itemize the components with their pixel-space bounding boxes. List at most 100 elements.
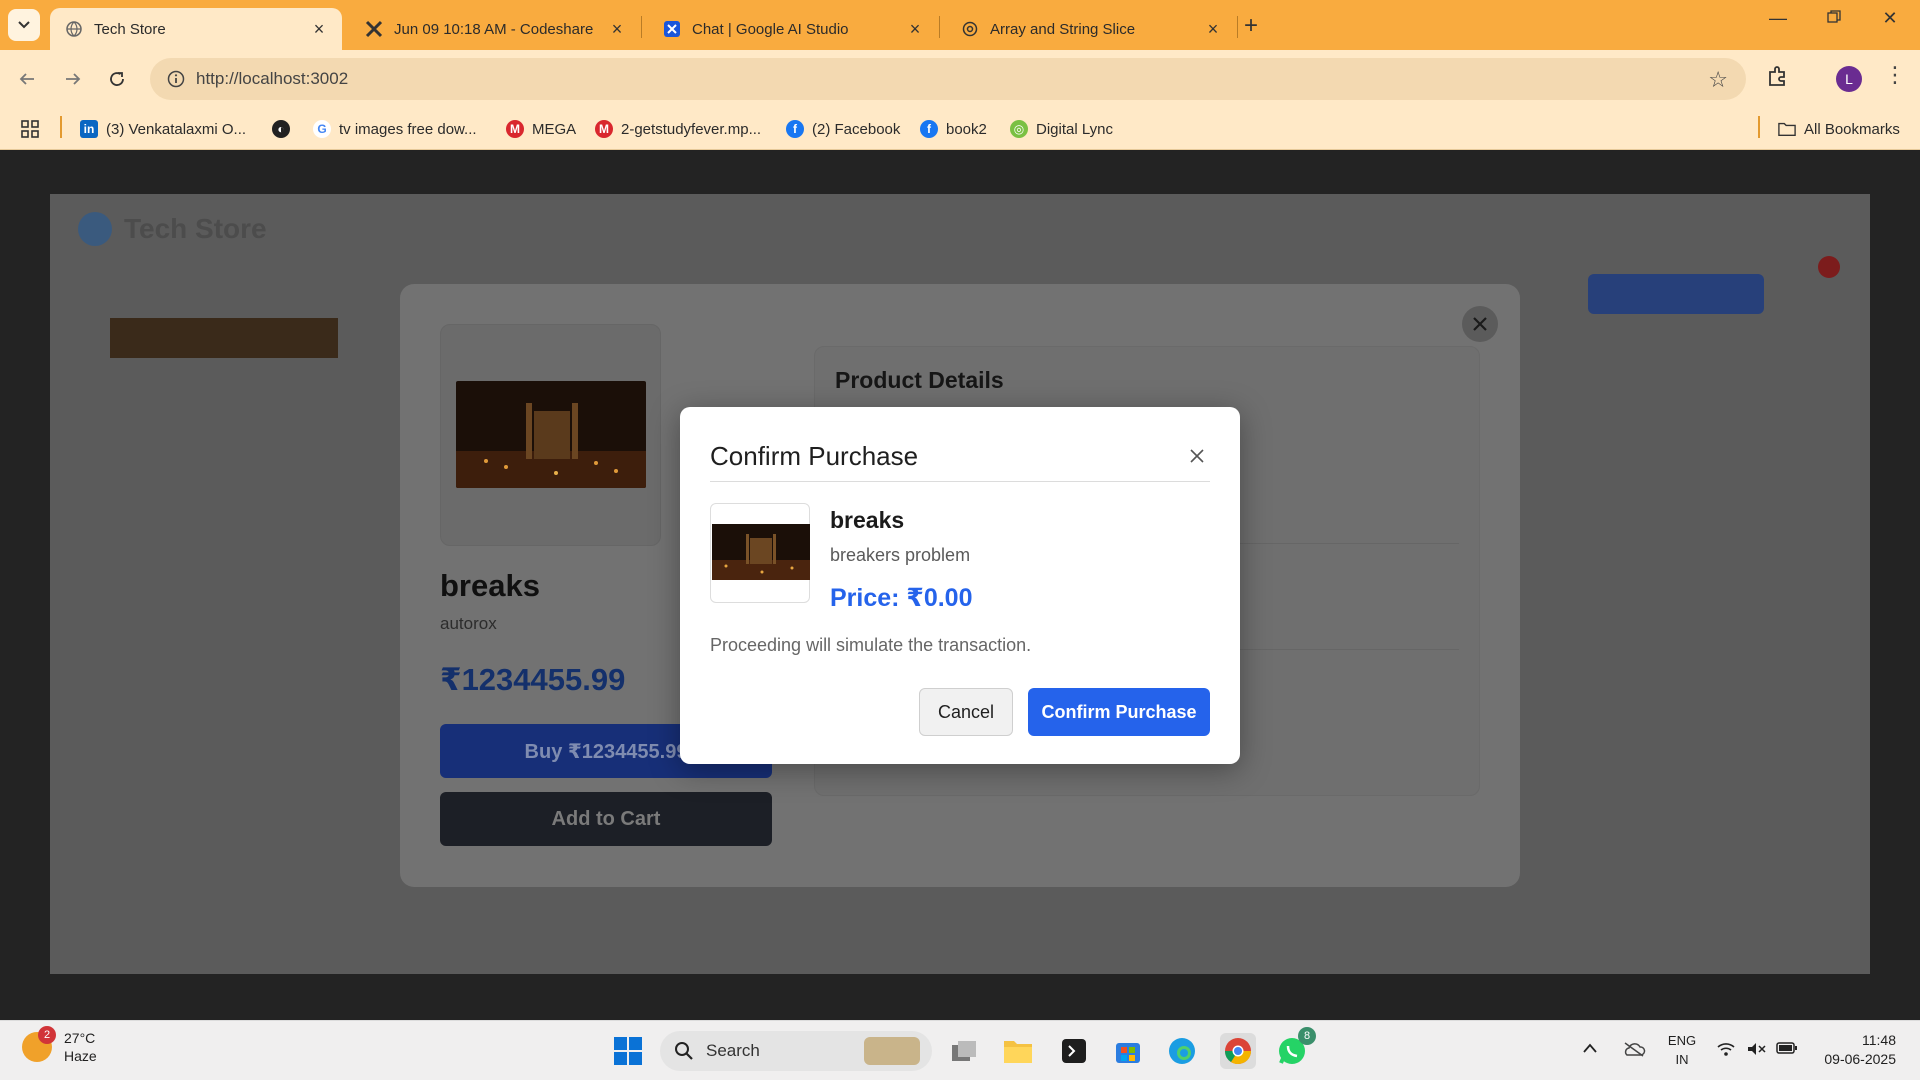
store-logo-icon [78, 212, 112, 246]
chevron-down-icon [18, 21, 30, 29]
restore-icon[interactable] [1814, 8, 1854, 29]
site-info-icon[interactable] [156, 70, 196, 88]
weather-temp: 27°C [64, 1030, 96, 1046]
bookmark-getstudyfever[interactable]: M 2-getstudyfever.mp... [595, 116, 761, 142]
tab-search-button[interactable] [8, 9, 40, 41]
url-text[interactable]: http://localhost:3002 [196, 69, 348, 89]
onedrive-icon[interactable] [1622, 1041, 1646, 1060]
search-label: Search [706, 1041, 760, 1060]
tab-close-icon[interactable]: × [608, 19, 626, 40]
add-to-cart-button[interactable]: Add to Cart [440, 792, 772, 846]
tab-title: Jun 09 10:18 AM - Codeshare [394, 20, 594, 38]
window-close-icon[interactable]: ✕ [1870, 8, 1910, 29]
facebook-icon: f [786, 120, 804, 138]
product-thumbnail [110, 318, 338, 358]
terminal-app-icon [1062, 1039, 1086, 1063]
weather-desc: Haze [64, 1048, 97, 1064]
bookmark-mega[interactable]: M MEGA [506, 116, 576, 142]
back-button[interactable] [12, 64, 42, 94]
tab-strip: Tech Store × Jun 09 10:18 AM - Codeshare… [0, 0, 1920, 50]
language-indicator[interactable]: ENG IN [1664, 1031, 1700, 1069]
tab-close-icon[interactable]: × [310, 19, 328, 40]
clock-time: 11:48 [1862, 1032, 1896, 1048]
whatsapp-button[interactable]: 8 [1274, 1027, 1316, 1069]
whatsapp-badge: 8 [1298, 1027, 1316, 1045]
bookmark-facebook[interactable]: f (2) Facebook [786, 116, 900, 142]
dialog-product-name: breaks [830, 507, 905, 533]
digital-lync-icon: ◎ [1010, 120, 1028, 138]
windows-icon [614, 1037, 642, 1065]
ms-store-button[interactable] [1110, 1033, 1146, 1069]
tab-tech-store[interactable]: Tech Store × [50, 8, 342, 50]
store-icon [1116, 1043, 1140, 1063]
app-button[interactable] [1056, 1033, 1092, 1069]
confirm-purchase-button[interactable]: Confirm Purchase [1028, 688, 1210, 736]
dialog-note: Proceeding will simulate the transaction… [710, 635, 1032, 655]
file-explorer-button[interactable] [1000, 1033, 1036, 1069]
minimize-icon[interactable]: — [1758, 8, 1798, 29]
product-image [712, 524, 810, 580]
new-tab-button[interactable]: + [1244, 12, 1258, 40]
volume-muted-icon[interactable] [1746, 1041, 1766, 1060]
apps-grid-icon[interactable] [20, 116, 40, 142]
browser-menu-icon[interactable]: ⋮ [1884, 62, 1906, 88]
tab-title: Array and String Slice [990, 20, 1136, 38]
bookmark-label: (3) Venkatalaxmi O... [106, 120, 247, 138]
bookmark-label: MEGA [532, 120, 577, 138]
browser-toolbar: http://localhost:3002 ☆ L ⋮ [0, 50, 1920, 108]
product-brand: autorox [440, 614, 497, 633]
tray-overflow-icon[interactable] [1582, 1041, 1598, 1057]
clock-date: 09-06-2025 [1824, 1051, 1896, 1067]
tab-close-icon[interactable]: × [1204, 19, 1222, 40]
bookmark-linkedin[interactable]: in (3) Venkatalaxmi O... [80, 116, 246, 142]
reload-button[interactable] [102, 64, 132, 94]
start-button[interactable] [610, 1033, 646, 1069]
all-bookmarks-label: All Bookmarks [1804, 120, 1900, 138]
tab-title: Chat | Google AI Studio [692, 20, 849, 38]
task-view-icon [952, 1041, 976, 1061]
dialog-product-description: breakers problem [830, 545, 971, 565]
product-image [456, 381, 646, 488]
tab-google-ai-studio[interactable]: Chat | Google AI Studio × [648, 8, 938, 50]
close-icon [1473, 317, 1487, 331]
dialog-product-thumbnail [710, 503, 810, 603]
wifi-icon[interactable] [1716, 1041, 1736, 1060]
weather-text: 27°C Haze [64, 1029, 97, 1065]
tab-array-string-slice[interactable]: Array and String Slice × [946, 8, 1236, 50]
bookmark-separator [60, 116, 62, 138]
bookmark-book2[interactable]: f book2 [920, 116, 987, 142]
confirm-purchase-dialog: Confirm Purchase breaks breakers problem… [680, 407, 1240, 764]
search-highlight-image [864, 1037, 920, 1065]
bookmark-globe[interactable]: ◐ [272, 116, 298, 142]
battery-icon[interactable] [1776, 1041, 1798, 1058]
bookmarks-bar: in (3) Venkatalaxmi O... ◐ G tv images f… [0, 108, 1920, 150]
dialog-product-price: Price: ₹0.00 [830, 584, 973, 612]
header-action-button [1588, 274, 1764, 314]
task-view-button[interactable] [946, 1033, 982, 1069]
tab-codeshare[interactable]: Jun 09 10:18 AM - Codeshare × [350, 8, 640, 50]
address-bar[interactable]: http://localhost:3002 ☆ [150, 58, 1746, 100]
weather-widget[interactable]: 2 27°C Haze [22, 1026, 97, 1065]
bookmark-separator [1758, 116, 1760, 138]
product-modal-close-button[interactable] [1462, 306, 1498, 342]
store-brand-name: Tech Store [124, 213, 267, 244]
bookmark-tv-images[interactable]: G tv images free dow... [313, 116, 477, 142]
bookmark-digital-lync[interactable]: ◎ Digital Lync [1010, 116, 1113, 142]
taskbar-search[interactable]: Search [660, 1031, 932, 1071]
forward-button[interactable] [58, 64, 88, 94]
chrome-button[interactable] [1220, 1033, 1256, 1069]
arrow-right-icon [66, 73, 81, 85]
edge-icon [1169, 1038, 1195, 1064]
dialog-close-button[interactable] [1186, 445, 1208, 467]
bookmark-star-icon[interactable]: ☆ [1708, 67, 1728, 93]
edge-button[interactable] [1164, 1033, 1200, 1069]
extensions-icon[interactable] [1766, 64, 1790, 93]
cancel-button[interactable]: Cancel [919, 688, 1013, 736]
taskbar: 2 27°C Haze Search 8 ENG IN 11:48 09-06-… [0, 1020, 1920, 1080]
tab-close-icon[interactable]: × [906, 19, 924, 40]
bookmark-label: tv images free dow... [339, 120, 477, 138]
system-clock[interactable]: 11:48 09-06-2025 [1812, 1031, 1896, 1069]
profile-avatar[interactable]: L [1836, 66, 1862, 92]
all-bookmarks-button[interactable]: All Bookmarks [1778, 116, 1900, 142]
language-line-2: IN [1675, 1052, 1689, 1067]
